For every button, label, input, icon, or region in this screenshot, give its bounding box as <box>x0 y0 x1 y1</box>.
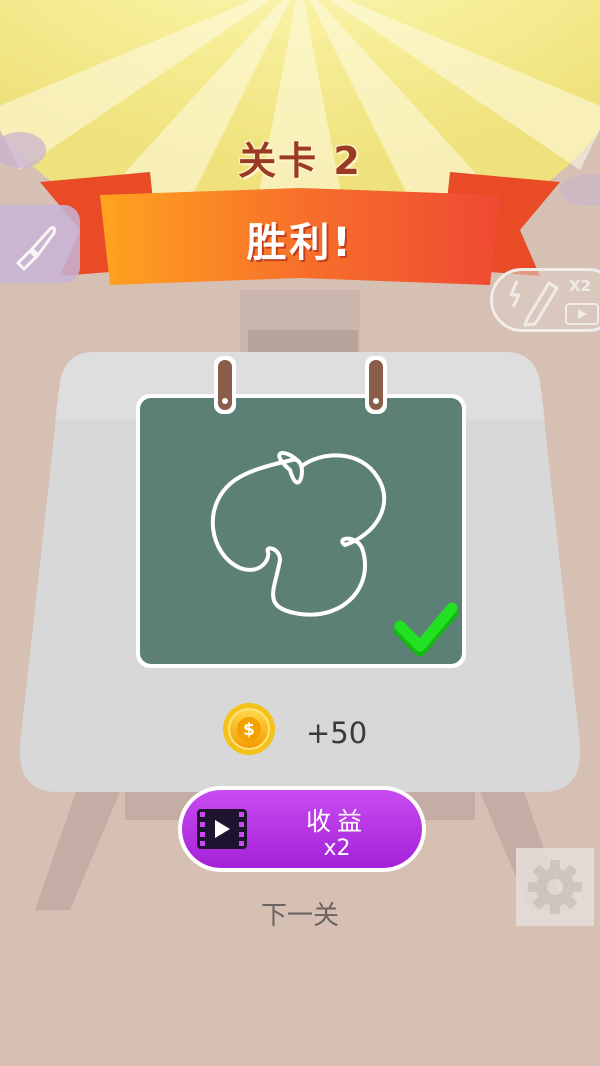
double-reward-button[interactable]: 收益 x2 <box>178 786 426 872</box>
level-title: 关卡 2 <box>238 139 362 183</box>
reward-label: 收益 <box>305 807 368 836</box>
reward-multiplier: x2 <box>323 836 351 861</box>
coin-amount: +50 <box>306 716 368 750</box>
coin-icon: $ <box>223 703 275 755</box>
next-level-button[interactable]: 下一关 <box>200 895 400 932</box>
gear-icon <box>528 860 582 914</box>
svg-text:$: $ <box>243 720 255 740</box>
double-reward-button-fill: 收益 x2 <box>182 790 422 868</box>
coin-reward: $ +50 <box>222 702 382 758</box>
video-icon <box>565 303 599 325</box>
speed-multiplier: X2 <box>569 277 592 295</box>
brush-icon <box>15 226 56 271</box>
drawing-board <box>140 398 462 664</box>
pencil-boost-button[interactable]: X2 <box>490 268 600 332</box>
video-icon <box>197 809 247 849</box>
brush-button[interactable] <box>0 205 80 283</box>
settings-button[interactable] <box>516 848 594 926</box>
pencil-lightning-icon <box>509 280 559 327</box>
victory-text: 胜利! <box>246 220 354 266</box>
